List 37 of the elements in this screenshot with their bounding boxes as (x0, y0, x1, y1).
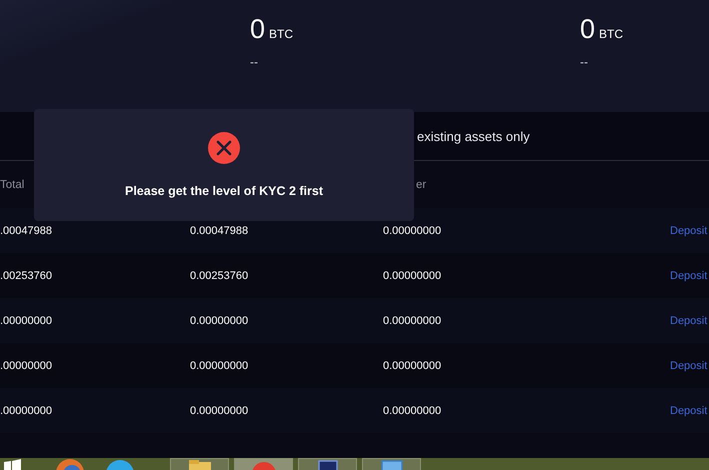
table-cell-text: 0.00000000 (383, 270, 442, 282)
table-cell-text: .00253760 (0, 270, 53, 282)
alert-message: Please get the level of KYC 2 first (125, 184, 323, 198)
table-cell-text: 0.00000000 (190, 314, 250, 326)
window-taskbar-button[interactable] (362, 458, 421, 470)
table-cell-text: 0.00000000 (383, 224, 442, 236)
table-cell-text: 0.00000000 (383, 404, 442, 416)
app-icon[interactable] (105, 458, 135, 470)
table-cell-text: .00000000 (0, 314, 53, 326)
deposit-link[interactable]: Deposit (670, 224, 708, 236)
amount-value: 0 (250, 14, 266, 45)
deposit-link[interactable]: Deposit (670, 404, 708, 416)
unit-label: BTC (599, 27, 624, 41)
table-cell-text: 0.00047988 (190, 224, 250, 236)
column-header: Total (0, 178, 26, 190)
table-cell-text: 0.00253760 (190, 270, 250, 282)
table-cell-text: 0.00000000 (190, 360, 250, 372)
table-cell-text: .00000000 (0, 404, 53, 416)
deposit-link[interactable]: Deposit (670, 270, 708, 282)
amount-value: 0 (580, 14, 596, 45)
folder-taskbar-button[interactable] (170, 458, 229, 470)
table-cell-text: .00000000 (0, 360, 53, 372)
table-cell-text: 0.00000000 (383, 360, 442, 372)
filter-label: existing assets only (417, 128, 530, 144)
app-taskbar-button[interactable] (298, 458, 357, 470)
table-cell-text: .00047988 (0, 224, 53, 236)
fiat-value: -- (580, 55, 589, 69)
error-icon (208, 132, 240, 164)
unit-label: BTC (269, 27, 294, 41)
deposit-link[interactable]: Deposit (670, 360, 708, 372)
deposit-link[interactable]: Deposit (670, 314, 708, 326)
table-cell-text: 0.00000000 (190, 404, 250, 416)
column-header: er (415, 178, 428, 190)
browser-icon[interactable] (55, 458, 85, 470)
table-cell-text: 0.00000000 (383, 314, 442, 326)
fiat-value: -- (250, 55, 259, 69)
windows-icon[interactable] (2, 458, 22, 470)
